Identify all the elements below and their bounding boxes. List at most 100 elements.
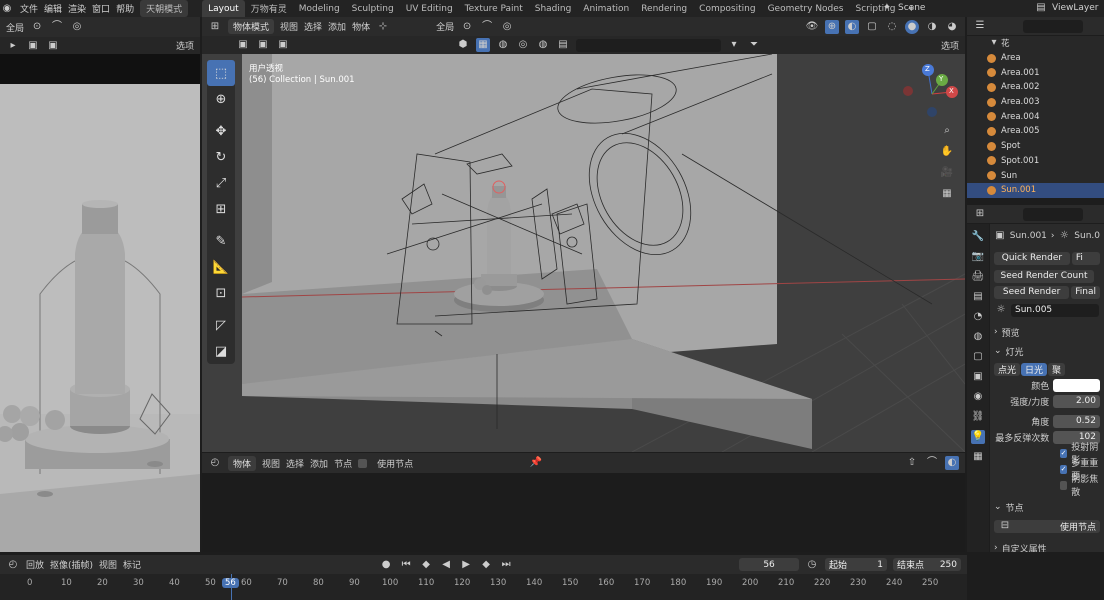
shear-tool-icon[interactable]: ◪ bbox=[207, 338, 235, 364]
texture-props-icon[interactable]: ▦ bbox=[971, 450, 985, 464]
editor-type-icon[interactable]: ⊞ bbox=[208, 20, 222, 34]
view-layer-props-icon[interactable]: ▤ bbox=[971, 290, 985, 304]
navigation-gizmo[interactable]: X Z Y bbox=[902, 64, 962, 124]
select-box-tool-icon[interactable]: ⬚ bbox=[207, 60, 235, 86]
tab-modeling[interactable]: Modeling bbox=[293, 0, 346, 17]
light-datablock-icon[interactable]: ☼ bbox=[994, 303, 1008, 317]
tab-compositing[interactable]: Compositing bbox=[693, 0, 761, 17]
proportional-edit-icon[interactable]: ◎ bbox=[500, 20, 514, 34]
outliner-item[interactable]: Area bbox=[967, 51, 1104, 66]
modifier-tool-icon[interactable]: ◸ bbox=[207, 312, 235, 338]
timeline-type-icon[interactable]: ◴ bbox=[6, 558, 20, 572]
select-mode-icon[interactable]: ▣ bbox=[236, 38, 250, 52]
playback-menu[interactable]: 回放 bbox=[26, 558, 44, 571]
record-icon[interactable]: ● bbox=[379, 558, 393, 572]
node-snap-icon[interactable]: ⌒ bbox=[925, 456, 939, 470]
move-tool-icon[interactable]: ✥ bbox=[207, 118, 235, 144]
play-reverse-icon[interactable]: ◀ bbox=[439, 558, 453, 572]
node-menu-node[interactable]: 节点 bbox=[334, 457, 352, 470]
outliner-item[interactable]: Sun.001 bbox=[967, 182, 1104, 198]
shadow-caustics-checkbox[interactable] bbox=[1060, 480, 1068, 490]
start-frame-field[interactable]: 起始 1 bbox=[825, 558, 888, 571]
visibility-icon[interactable]: 👁 bbox=[805, 20, 819, 34]
outliner-item[interactable]: Area.004 bbox=[967, 109, 1104, 124]
box-select-extend-icon[interactable]: ▣ bbox=[46, 39, 60, 53]
play-icon[interactable]: ▶ bbox=[459, 558, 473, 572]
vp-menu-add[interactable]: 添加 bbox=[328, 20, 346, 33]
preview-section[interactable]: › 预览 bbox=[994, 324, 1100, 340]
object-mode-dropdown[interactable]: 物体模式 bbox=[228, 19, 275, 34]
node-parent-icon[interactable]: ⇧ bbox=[905, 456, 919, 470]
light-datablock-field[interactable]: Sun.005 bbox=[1011, 303, 1099, 317]
output-props-icon[interactable]: 🖨 bbox=[971, 270, 985, 284]
pin-icon[interactable]: 📌 bbox=[529, 456, 543, 470]
cursor-tool-icon[interactable]: ⊕ bbox=[207, 86, 235, 112]
measure-tool-icon[interactable]: 📐 bbox=[207, 254, 235, 280]
funnel-icon[interactable]: ⏷ bbox=[747, 38, 761, 52]
scene-selector[interactable]: ✦ Scene bbox=[880, 1, 926, 15]
outliner-item[interactable]: Spot.001 bbox=[967, 154, 1104, 169]
quick-render-button[interactable]: Quick Render bbox=[994, 251, 1070, 265]
use-nodes-button[interactable]: ⊟ 使用节点 bbox=[994, 519, 1100, 533]
jump-end-icon[interactable]: ⏭ bbox=[499, 558, 513, 572]
tab-geometry-nodes[interactable]: Geometry Nodes bbox=[762, 0, 850, 17]
final-button[interactable]: Final bbox=[1071, 285, 1100, 299]
angle-field[interactable]: 0.52 bbox=[1053, 414, 1100, 428]
collection-props-icon[interactable]: ▢ bbox=[971, 350, 985, 364]
vp-options[interactable]: 选项 bbox=[941, 39, 959, 52]
fi-button[interactable]: Fi bbox=[1071, 251, 1100, 265]
annotate-tool-icon[interactable]: ✎ bbox=[207, 228, 235, 254]
outliner-item[interactable]: Area.001 bbox=[967, 65, 1104, 80]
light-type-sun[interactable]: 日光 bbox=[1021, 362, 1048, 376]
node-menu-add[interactable]: 添加 bbox=[310, 457, 328, 470]
left-pivot-icon[interactable]: ⊙ bbox=[30, 20, 44, 34]
timeline-marker-menu[interactable]: 标记 bbox=[123, 558, 141, 571]
light-type-point[interactable]: 点光 bbox=[994, 362, 1021, 376]
node-menu-select[interactable]: 选择 bbox=[286, 457, 304, 470]
prev-keyframe-icon[interactable]: ◆ bbox=[419, 558, 433, 572]
blender-logo-icon[interactable]: ◉ bbox=[0, 2, 14, 16]
tab-sculpting[interactable]: Sculpting bbox=[346, 0, 400, 17]
keying-menu[interactable]: 抠像(插帧) bbox=[50, 558, 93, 571]
rotate-tool-icon[interactable]: ↻ bbox=[207, 144, 235, 170]
node-menu-view[interactable]: 视图 bbox=[262, 457, 280, 470]
outliner-item[interactable]: Spot bbox=[967, 139, 1104, 154]
box-select-icon[interactable]: ▣ bbox=[26, 39, 40, 53]
properties-type-icon[interactable]: ⊞ bbox=[973, 207, 987, 221]
menu-file[interactable]: 文件 bbox=[20, 2, 38, 15]
tool-props-icon[interactable]: 🔧 bbox=[971, 230, 985, 244]
pivot-point-icon[interactable]: ⊙ bbox=[460, 20, 474, 34]
nodes-section[interactable]: ⌄ 节点 bbox=[994, 499, 1100, 515]
outliner-type-icon[interactable]: ☰ bbox=[973, 19, 987, 33]
physics-props-icon[interactable]: ◉ bbox=[971, 390, 985, 404]
tab-rendering[interactable]: Rendering bbox=[635, 0, 693, 17]
vp-menu-object[interactable]: 物体 bbox=[352, 20, 370, 33]
vp-menu-view[interactable]: 视图 bbox=[280, 20, 298, 33]
viewport-search-input[interactable] bbox=[576, 38, 721, 52]
vp-menu-select[interactable]: 选择 bbox=[304, 20, 322, 33]
select-subtract-icon[interactable]: ▣ bbox=[276, 38, 290, 52]
left-global-dropdown[interactable]: 全局 bbox=[6, 21, 24, 34]
scene-collection-icon[interactable]: ⬢ bbox=[456, 38, 470, 52]
tab-wanwu[interactable]: 万物有灵 bbox=[245, 0, 293, 17]
tab-animation[interactable]: Animation bbox=[577, 0, 635, 17]
vp-global-dropdown[interactable]: 全局 bbox=[436, 20, 454, 33]
gizmo-toggle-icon[interactable]: ⊕ bbox=[825, 19, 839, 34]
clock-icon[interactable]: ◷ bbox=[805, 558, 819, 572]
mode-tab[interactable]: 天朝模式 bbox=[140, 0, 189, 17]
constraint-props-icon[interactable]: ⛓ bbox=[971, 410, 985, 424]
left-options[interactable]: 选项 bbox=[176, 39, 194, 52]
render-props-icon[interactable]: 📷 bbox=[971, 250, 985, 264]
overlay-toggle-icon[interactable]: ◐ bbox=[845, 19, 859, 34]
camera-view[interactable] bbox=[0, 54, 200, 552]
light-data-props-icon[interactable]: 💡 bbox=[971, 430, 985, 444]
use-nodes-checkbox[interactable] bbox=[358, 458, 368, 468]
rendered-shading-icon[interactable]: ◕ bbox=[945, 20, 959, 34]
node-editor-type-icon[interactable]: ◴ bbox=[208, 456, 222, 470]
world-icon[interactable]: ◍ bbox=[536, 38, 550, 52]
material-shading-icon[interactable]: ◑ bbox=[925, 20, 939, 34]
pan-hand-icon[interactable]: ✋ bbox=[940, 145, 954, 159]
tab-shading[interactable]: Shading bbox=[529, 0, 578, 17]
cast-shadow-checkbox[interactable]: ✓ bbox=[1060, 448, 1068, 458]
object-props-icon[interactable]: ▣ bbox=[971, 370, 985, 384]
